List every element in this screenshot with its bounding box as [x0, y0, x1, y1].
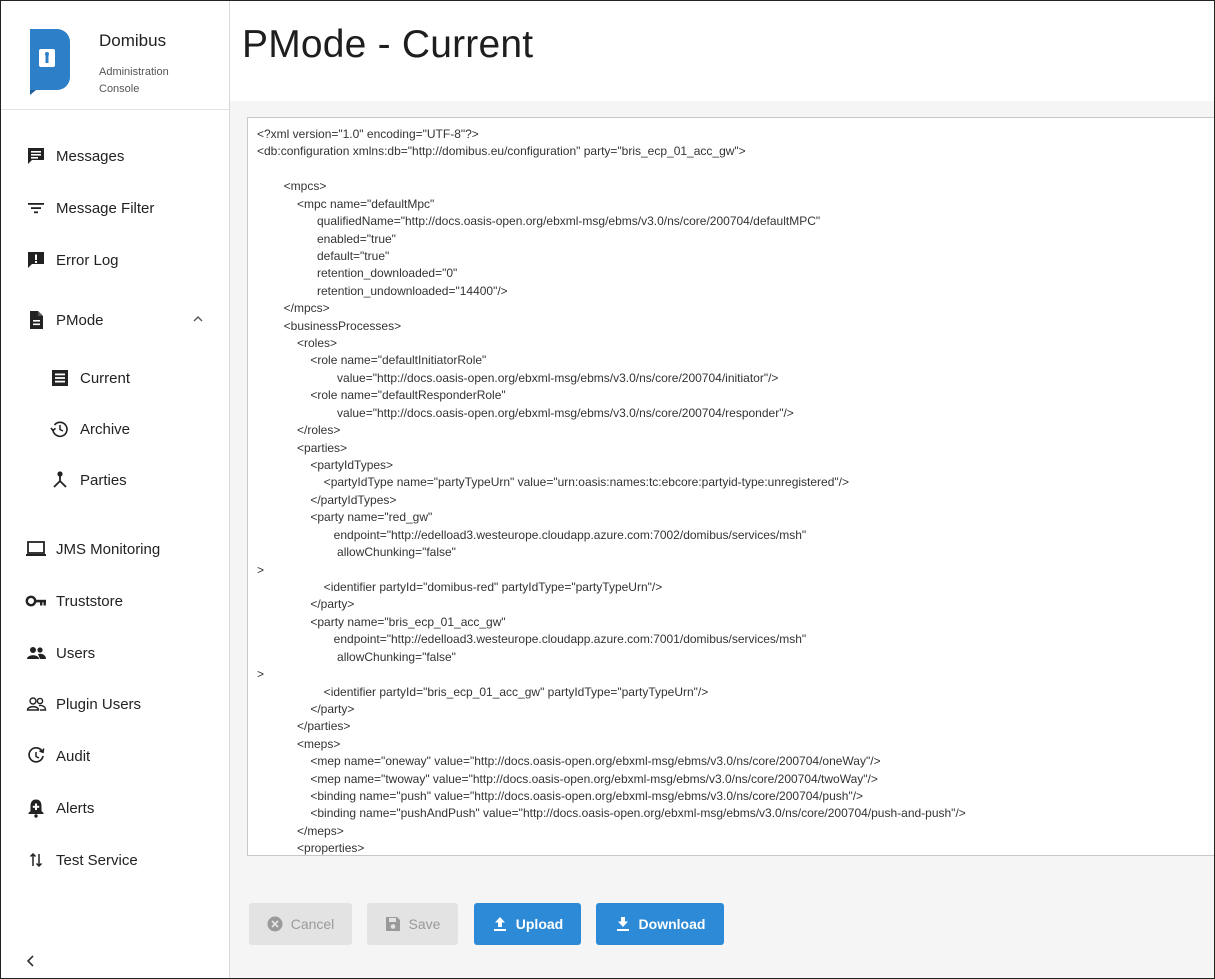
sidebar-item-label: Current [80, 369, 131, 387]
collapse-sidebar-icon[interactable] [21, 951, 41, 971]
domibus-logo-icon [30, 29, 70, 95]
sidebar-item-label: Audit [56, 747, 91, 765]
sidebar-item-archive[interactable]: Archive [1, 409, 229, 449]
download-button[interactable]: Download [596, 903, 724, 945]
filter-icon [25, 197, 47, 219]
pmode-xml-editor[interactable]: <?xml version="1.0" encoding="UTF-8"?> <… [247, 117, 1214, 856]
brand-title: Domibus [99, 31, 167, 50]
sidebar-item-message-filter[interactable]: Message Filter [1, 188, 229, 228]
sidebar-item-pmode[interactable]: PMode [1, 300, 229, 340]
sidebar-item-label: Plugin Users [56, 695, 142, 713]
save-icon [385, 917, 400, 931]
sidebar-item-messages[interactable]: Messages [1, 136, 229, 176]
sidebar-item-test-service[interactable]: Test Service [1, 840, 229, 880]
sidebar-item-users[interactable]: Users [1, 633, 229, 673]
app-window: Domibus Administration Console Messages … [0, 0, 1215, 979]
download-icon [616, 917, 629, 931]
sidebar-item-current[interactable]: Current [1, 358, 229, 398]
sidebar-item-label: PMode [56, 311, 104, 329]
audit-icon [25, 745, 47, 767]
cancel-button[interactable]: Cancel [249, 903, 352, 945]
page-title: PMode - Current [242, 23, 534, 66]
laptop-icon [25, 538, 47, 560]
list-icon [49, 367, 71, 389]
sidebar-item-jms-monitoring[interactable]: JMS Monitoring [1, 529, 229, 569]
error-log-icon [25, 249, 47, 271]
chevron-up-icon[interactable] [191, 312, 205, 326]
plugin-users-icon [25, 693, 47, 715]
sidebar-item-parties[interactable]: Parties [1, 460, 229, 500]
sidebar-item-label: JMS Monitoring [56, 540, 161, 558]
parties-icon [49, 469, 71, 491]
upload-icon [493, 917, 506, 931]
brand-header: Domibus Administration Console [1, 1, 229, 110]
sidebar-item-label: Users [56, 644, 96, 662]
cancel-icon [267, 916, 283, 932]
save-button[interactable]: Save [367, 903, 458, 945]
sidebar-item-label: Archive [80, 420, 131, 438]
save-label: Save [408, 916, 441, 932]
sidebar-item-alerts[interactable]: Alerts [1, 788, 229, 828]
document-icon [25, 309, 47, 331]
sidebar-item-audit[interactable]: Audit [1, 736, 229, 776]
sidebar-item-plugin-users[interactable]: Plugin Users [1, 684, 229, 724]
upload-button[interactable]: Upload [474, 903, 581, 945]
cancel-label: Cancel [290, 916, 335, 932]
sidebar-item-label: Messages [56, 147, 125, 165]
key-icon [25, 590, 47, 612]
sidebar-item-label: Message Filter [56, 199, 155, 217]
pmode-xml-content[interactable]: <?xml version="1.0" encoding="UTF-8"?> <… [248, 118, 1214, 855]
sidebar-item-label: Test Service [56, 851, 138, 869]
sidebar-item-label: Parties [80, 471, 127, 489]
sidebar-item-error-log[interactable]: Error Log [1, 240, 229, 280]
brand-subtitle: Administration Console [99, 66, 169, 95]
swap-icon [25, 849, 47, 871]
message-icon [25, 145, 47, 167]
sidebar-item-label: Error Log [56, 251, 119, 269]
sidebar-item-truststore[interactable]: Truststore [1, 581, 229, 621]
download-label: Download [638, 916, 706, 932]
sidebar-item-label: Alerts [56, 799, 95, 817]
upload-label: Upload [515, 916, 564, 932]
sidebar: Domibus Administration Console Messages … [1, 1, 230, 978]
history-icon [49, 418, 71, 440]
alert-icon [25, 797, 47, 819]
users-icon [25, 642, 47, 664]
sidebar-item-label: Truststore [56, 592, 123, 610]
